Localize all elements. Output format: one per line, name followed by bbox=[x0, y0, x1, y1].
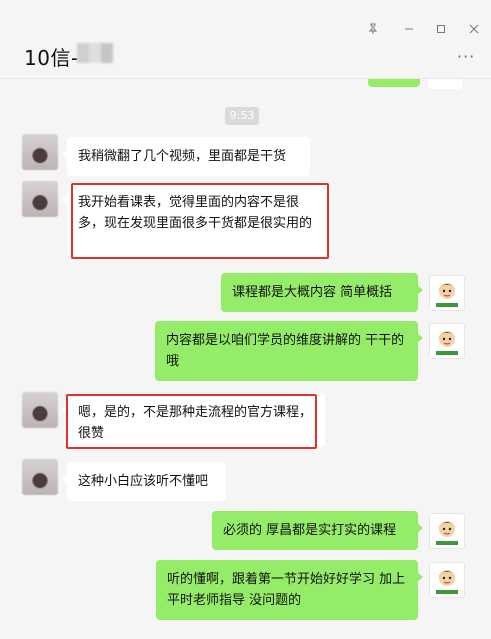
contact-avatar[interactable] bbox=[22, 181, 58, 217]
highlight-box bbox=[66, 394, 317, 449]
message-bubble[interactable]: 我稍微翻了几个视频，里面都是干货 bbox=[62, 137, 310, 176]
timestamp: 9:53 bbox=[225, 107, 259, 125]
cartoon-avatar-icon bbox=[436, 283, 458, 307]
message-bubble[interactable]: 必须的 厚昌都是实打实的课程 bbox=[212, 511, 423, 550]
message-text: 听的懂啊，跟着第一节开始好好学习 加上平时老师指导 没问题的 bbox=[167, 572, 406, 608]
message-text: 我稍微翻了几个视频，里面都是干货 bbox=[78, 149, 287, 164]
my-avatar[interactable] bbox=[429, 513, 465, 549]
cartoon-avatar-icon bbox=[436, 331, 458, 355]
my-avatar[interactable] bbox=[429, 323, 465, 359]
message-bubble[interactable]: 内容都是以咱们学员的维度讲解的 干干的哦 bbox=[155, 321, 423, 381]
contact-avatar[interactable] bbox=[22, 392, 58, 428]
more-options-icon[interactable]: ··· bbox=[457, 49, 477, 65]
close-icon[interactable] bbox=[465, 22, 483, 40]
message-bubble[interactable]: 这种小白应该听不懂吧 bbox=[62, 462, 226, 501]
message-bubble[interactable]: 课程都是大概内容 简单概括 bbox=[221, 273, 423, 312]
minimize-icon[interactable] bbox=[400, 22, 418, 40]
contact-avatar[interactable] bbox=[22, 134, 58, 170]
chat-header: 10信- ··· bbox=[0, 0, 491, 79]
message-text: 这种小白应该听不懂吧 bbox=[78, 474, 209, 489]
pin-icon[interactable] bbox=[364, 22, 382, 40]
cartoon-avatar-icon bbox=[436, 521, 458, 545]
maximize-icon[interactable] bbox=[432, 22, 450, 40]
contact-avatar[interactable] bbox=[22, 459, 58, 495]
message-list[interactable]: 9:53 我稍微翻了几个视频，里面都是干货 我开始看课表，觉得里面的内容不是很多… bbox=[0, 79, 491, 639]
highlight-box bbox=[71, 183, 329, 259]
message-text: 内容都是以咱们学员的维度讲解的 干干的哦 bbox=[166, 333, 405, 369]
my-avatar[interactable] bbox=[429, 275, 465, 311]
message-bubble[interactable]: 听的懂啊，跟着第一节开始好好学习 加上平时老师指导 没问题的 bbox=[156, 560, 423, 620]
message-text: 课程都是大概内容 简单概括 bbox=[232, 285, 393, 300]
cartoon-avatar-icon bbox=[436, 570, 458, 594]
blurred-contact-name bbox=[77, 43, 113, 63]
my-avatar[interactable] bbox=[429, 562, 465, 598]
previous-message-bubble bbox=[368, 79, 420, 87]
message-text: 必须的 厚昌都是实打实的课程 bbox=[223, 523, 397, 538]
chat-title: 10信- bbox=[24, 46, 79, 70]
previous-avatar bbox=[428, 79, 462, 89]
